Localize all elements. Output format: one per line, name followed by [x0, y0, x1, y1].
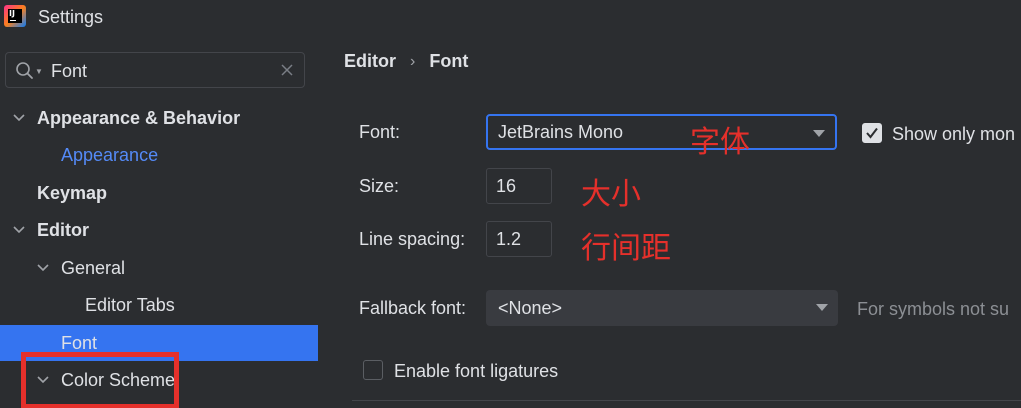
size-label: Size: — [359, 176, 400, 196]
font-label: Font: — [359, 122, 401, 142]
annotation-line-spacing: 行间距 — [581, 231, 671, 266]
fallback-font-hint: For symbols not su — [857, 299, 1010, 319]
tree-item-label: Appearance — [61, 145, 159, 165]
breadcrumb-separator: › — [410, 52, 416, 70]
search-icon[interactable] — [15, 61, 35, 81]
tree-item-editor-tabs[interactable]: Editor Tabs — [0, 287, 318, 323]
font-family-combobox[interactable]: JetBrains Mono — [486, 114, 837, 150]
intellij-idea-icon: IJ — [4, 5, 26, 27]
tree-item-editor[interactable]: Editor — [0, 212, 318, 248]
dropdown-arrow-icon[interactable] — [816, 304, 828, 311]
line-spacing-label: Line spacing: — [359, 229, 466, 249]
annotation-font: 字体 — [690, 125, 750, 160]
annotation-size: 大小 — [581, 177, 641, 212]
tree-item-label: Appearance & Behavior — [37, 108, 241, 128]
breadcrumb-parent[interactable]: Editor — [344, 51, 396, 72]
settings-sidebar: ▼ Appearance & Behavior Appearance Keyma… — [0, 38, 318, 408]
tree-item-font[interactable]: Font — [0, 325, 318, 361]
line-spacing-input[interactable] — [486, 221, 552, 257]
chevron-right-icon[interactable] — [36, 373, 50, 387]
tree-item-keymap[interactable]: Keymap — [0, 175, 318, 211]
tree-item-label: General — [61, 258, 126, 278]
enable-ligatures-checkbox[interactable] — [363, 360, 383, 380]
tree-item-appearance[interactable]: Appearance — [0, 137, 318, 173]
tree-item-label: Editor Tabs — [85, 295, 175, 315]
tree-item-label: Editor — [37, 220, 89, 240]
font-size-input[interactable] — [486, 168, 552, 204]
clear-icon[interactable] — [280, 63, 294, 77]
font-settings-panel: Editor › Font Font: JetBrains Mono 字体 Sh… — [318, 38, 1021, 408]
tree-item-general[interactable]: General — [0, 250, 318, 286]
dropdown-arrow-icon[interactable] — [813, 130, 825, 137]
chevron-down-icon[interactable] — [12, 223, 26, 237]
search-options-caret-icon[interactable]: ▼ — [35, 67, 43, 76]
settings-search-box[interactable]: ▼ — [5, 52, 305, 88]
checkmark-icon — [866, 127, 878, 139]
tree-item-label: Font — [61, 333, 98, 353]
settings-search-input[interactable] — [51, 59, 271, 83]
tree-item-label: Color Scheme — [61, 370, 176, 390]
show-only-monospaced-checkbox[interactable] — [862, 123, 882, 143]
font-family-value: JetBrains Mono — [498, 122, 624, 142]
tree-item-appearance-behavior[interactable]: Appearance & Behavior — [0, 100, 318, 136]
title-bar: IJ Settings — [0, 0, 1021, 38]
enable-ligatures-label[interactable]: Enable font ligatures — [394, 361, 558, 382]
fallback-font-value: <None> — [498, 298, 563, 318]
tree-item-color-scheme[interactable]: Color Scheme — [0, 362, 318, 398]
chevron-down-icon[interactable] — [36, 261, 50, 275]
fallback-font-label: Fallback font: — [359, 298, 467, 318]
tree-item-label: Keymap — [37, 183, 108, 203]
fallback-font-combobox[interactable]: <None> — [486, 290, 838, 326]
breadcrumb-current: Font — [429, 51, 469, 71]
show-only-monospaced-label[interactable]: Show only mon — [892, 124, 1015, 145]
breadcrumb: Editor › Font — [344, 51, 468, 72]
window-title: Settings — [38, 7, 104, 27]
chevron-down-icon[interactable] — [12, 111, 26, 125]
section-divider — [352, 400, 1021, 401]
